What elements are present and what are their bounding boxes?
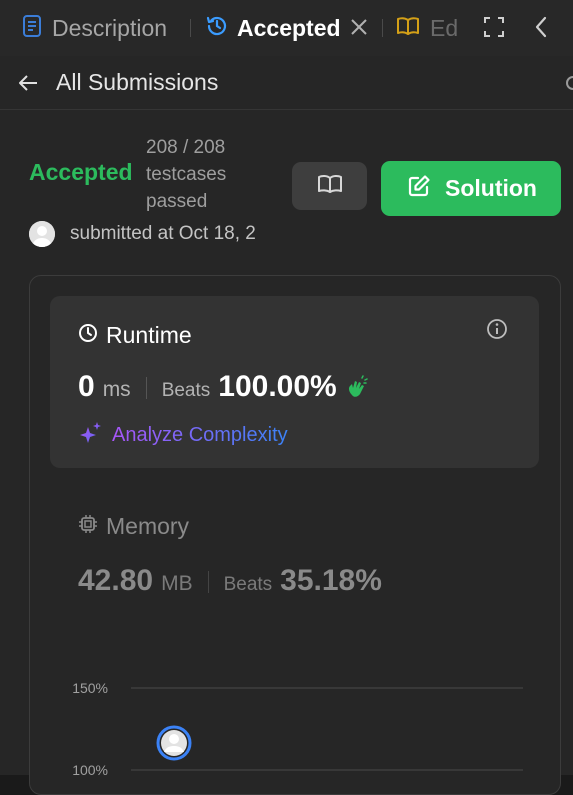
tab-divider (190, 19, 191, 37)
submission-panel: All Submissions Accepted 208 / 208 testc… (0, 56, 573, 795)
edit-icon (407, 174, 431, 203)
solution-label: Solution (445, 175, 537, 201)
tab-editorial[interactable]: Ed (396, 0, 462, 56)
runtime-section[interactable]: Runtime 0 ms Beats 100.00% Analyze Compl… (50, 296, 539, 468)
runtime-beats-label: Beats (161, 380, 211, 401)
tick-label-100: 100% (72, 762, 108, 778)
analyze-complexity-link[interactable]: Analyze Complexity (78, 420, 288, 451)
chevron-left-icon[interactable] (533, 14, 549, 45)
submitter-info: submitted at Oct 18, 2 (29, 221, 269, 247)
close-icon[interactable] (350, 17, 368, 42)
memory-beats-value: 35.18% (280, 564, 382, 597)
status-badge: Accepted (29, 159, 133, 185)
arrow-left-icon[interactable] (16, 71, 40, 100)
avatar[interactable] (29, 221, 55, 247)
memory-title: Memory (106, 513, 190, 539)
tab-divider (382, 19, 383, 37)
divider (207, 571, 209, 593)
memory-beats-label: Beats (223, 574, 273, 595)
copy-icon[interactable] (562, 73, 573, 98)
runtime-stats: 0 ms Beats 100.00% (78, 370, 369, 404)
memory-stats: 42.80 MB Beats 35.18% (78, 564, 382, 598)
page-title[interactable]: All Submissions (56, 69, 218, 96)
tab-editorial-label: Ed (430, 14, 459, 41)
runtime-header: Runtime (78, 322, 192, 349)
divider (145, 377, 147, 399)
runtime-title: Runtime (106, 322, 192, 348)
editorial-button[interactable] (292, 162, 367, 210)
tab-description-label: Description (52, 14, 168, 41)
chip-icon (78, 514, 98, 539)
tab-accepted[interactable]: Accepted (205, 0, 341, 56)
submitted-time: submitted at Oct 18, 2 (70, 223, 256, 244)
sparkle-icon (78, 420, 104, 451)
performance-card: Runtime 0 ms Beats 100.00% Analyze Compl… (29, 275, 561, 795)
memory-value: 42.80 (78, 564, 154, 597)
distribution-chart: 150% 100% (72, 680, 523, 778)
tab-description[interactable]: Description (22, 0, 167, 56)
tab-accepted-label: Accepted (237, 14, 341, 41)
analyze-complexity-label: Analyze Complexity (112, 424, 288, 446)
memory-unit: MB (161, 572, 193, 595)
tick-label-150: 150% (72, 680, 108, 696)
clap-icon (345, 375, 369, 404)
submissions-header: All Submissions (0, 56, 573, 110)
clock-icon (78, 323, 98, 348)
book-icon (317, 173, 343, 200)
history-icon (205, 14, 229, 43)
user-avatar-marker[interactable] (156, 725, 192, 761)
info-icon[interactable] (486, 318, 508, 345)
runtime-value: 0 (78, 370, 95, 403)
book-icon (396, 16, 420, 41)
solution-button[interactable]: Solution (381, 161, 561, 216)
fullscreen-icon[interactable] (483, 14, 505, 45)
runtime-unit: ms (102, 378, 131, 401)
memory-header[interactable]: Memory (78, 513, 189, 540)
testcases-passed: 208 / 208 testcases passed (146, 137, 227, 212)
tab-bar: Description Accepted Ed (0, 0, 573, 56)
document-icon (22, 14, 42, 42)
runtime-beats-value: 100.00% (218, 370, 337, 403)
